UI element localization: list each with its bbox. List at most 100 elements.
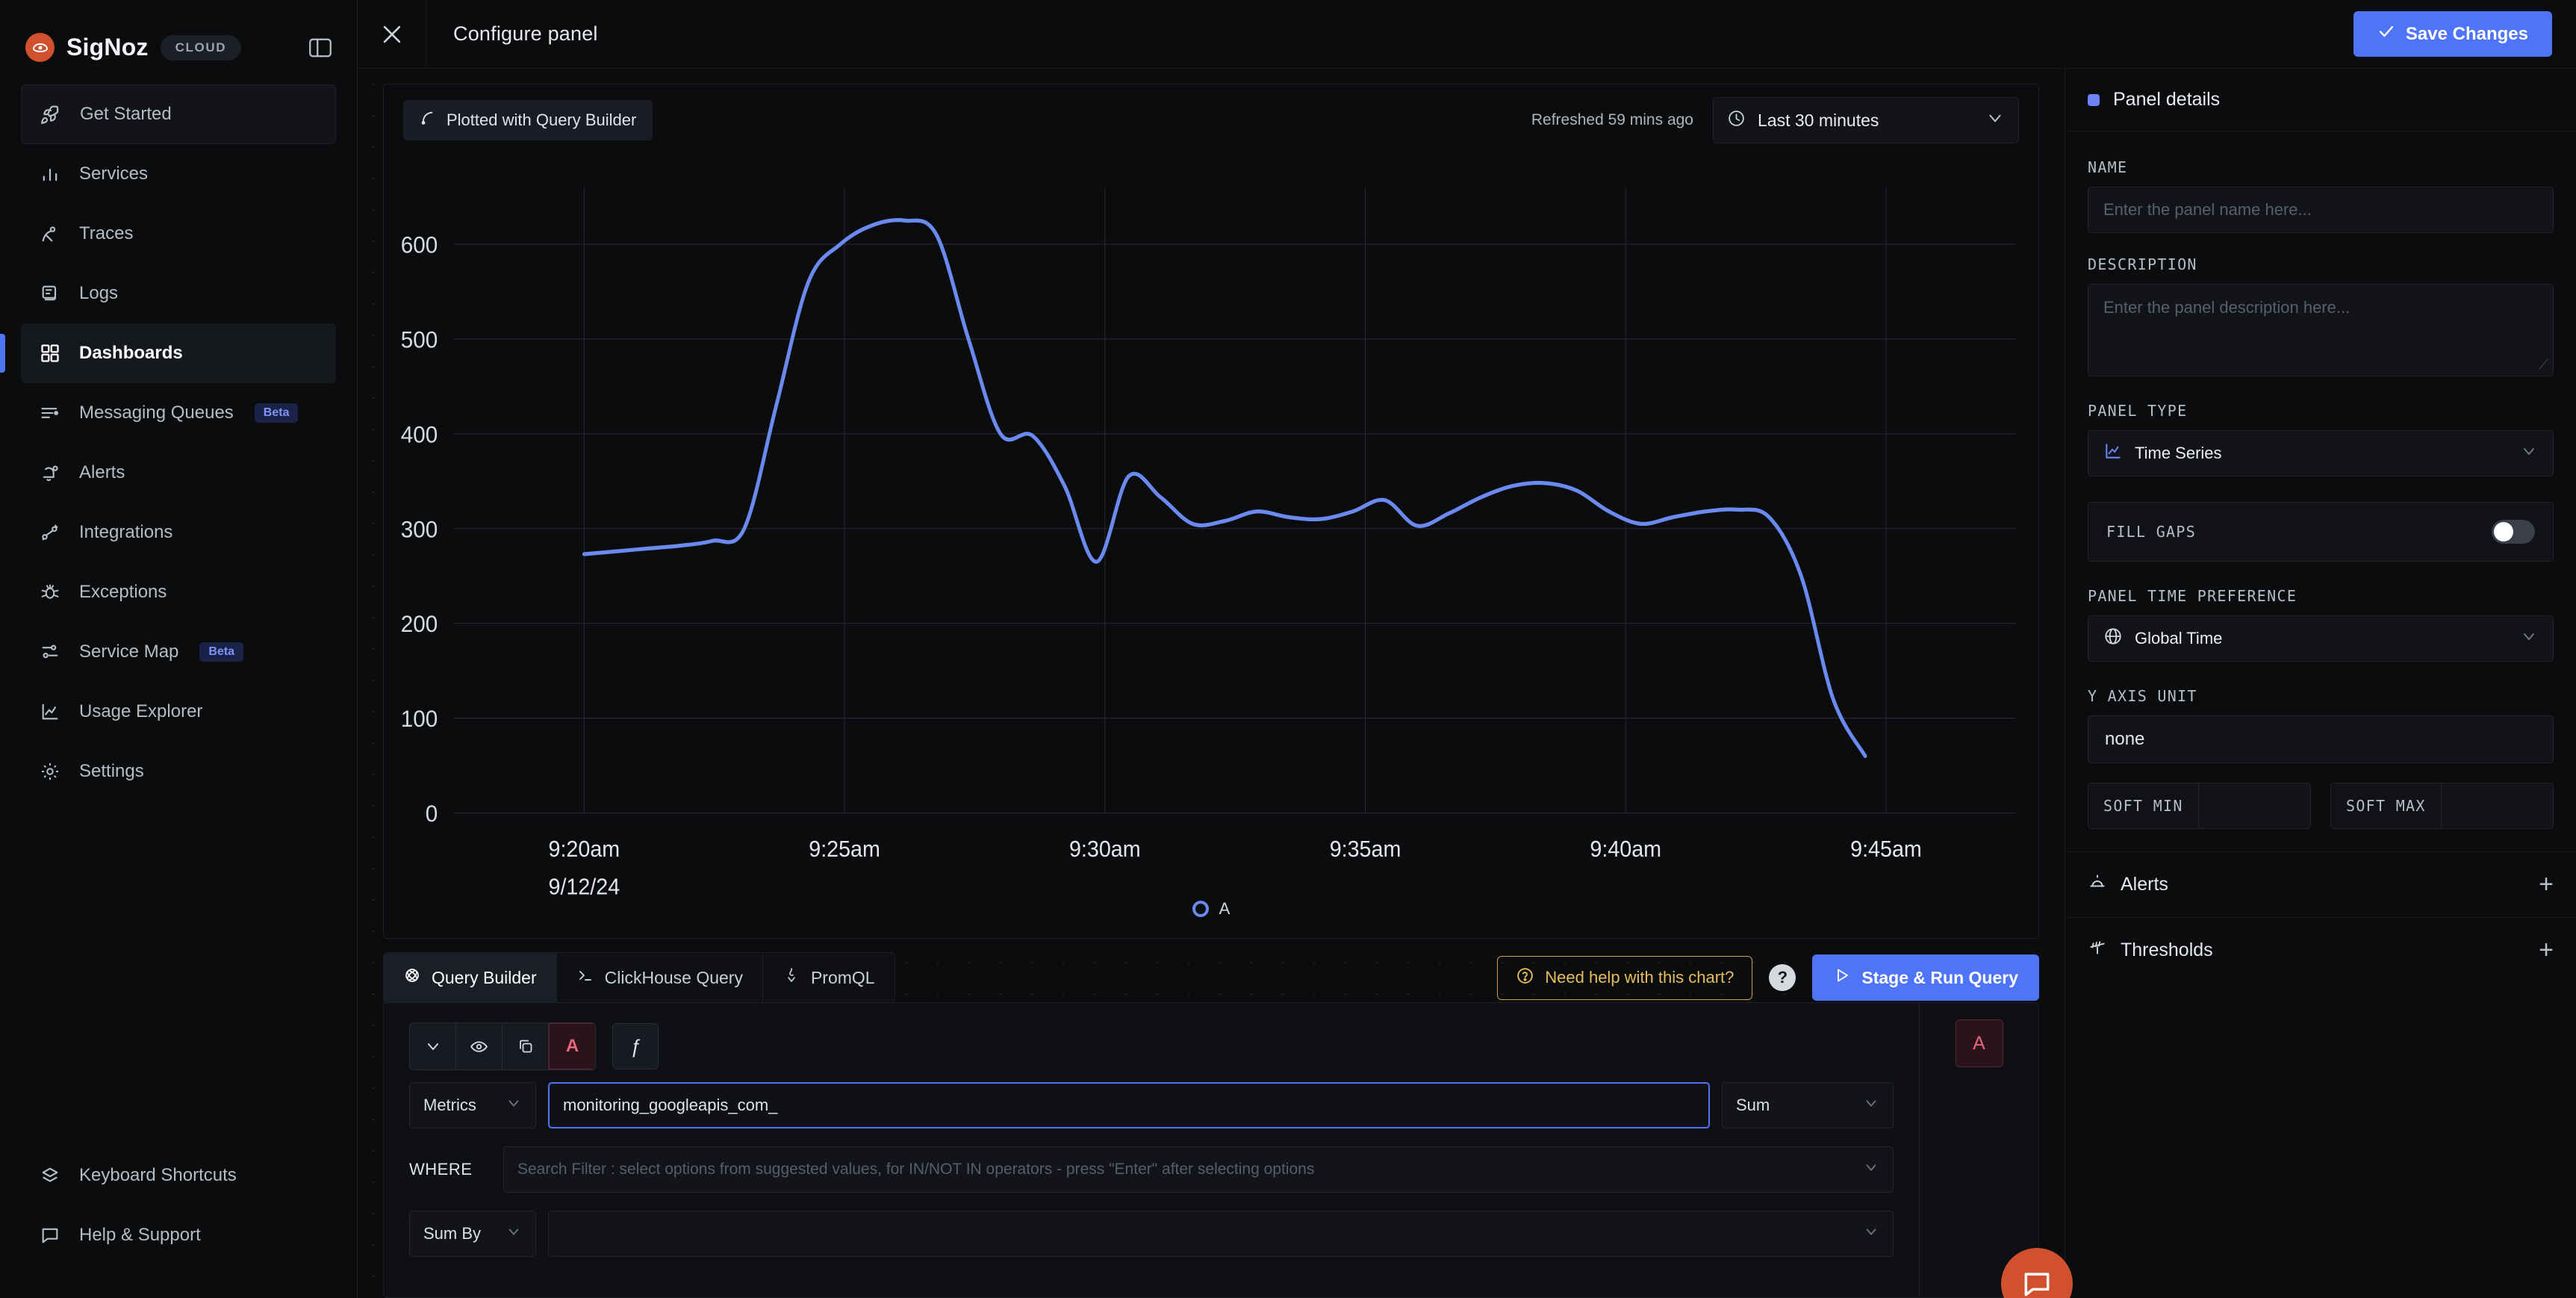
sidebar-item-integrations[interactable]: Integrations: [21, 503, 336, 562]
datasource-value: Metrics: [423, 1096, 476, 1114]
chart-panel: Plotted with Query Builder Refreshed 59 …: [383, 84, 2039, 939]
soft-limits-row: SOFT MIN SOFT MAX: [2088, 783, 2554, 829]
sidebar-item-services[interactable]: Services: [21, 144, 336, 204]
tab-label: PromQL: [810, 967, 875, 987]
sidebar-item-label: Usage Explorer: [79, 701, 203, 721]
where-label: WHERE: [409, 1160, 473, 1179]
sidebar-item-traces[interactable]: Traces: [21, 204, 336, 264]
bug-icon: [37, 580, 63, 605]
query-letter-badge[interactable]: A: [549, 1023, 595, 1069]
collapse-sidebar-icon[interactable]: [309, 38, 332, 58]
eye-icon[interactable]: [456, 1023, 503, 1069]
aggregation-select[interactable]: Sum: [1722, 1082, 1894, 1128]
sidebar-item-logs[interactable]: Logs: [21, 264, 336, 323]
chevron-down-icon: [2520, 442, 2538, 465]
legend-label: A: [1219, 899, 1231, 918]
sidebar-item-label: Keyboard Shortcuts: [79, 1165, 237, 1185]
sidebar-item-usage-explorer[interactable]: Usage Explorer: [21, 682, 336, 742]
close-icon[interactable]: [358, 0, 426, 69]
chart-legend[interactable]: A: [384, 899, 2038, 919]
add-alert-icon[interactable]: +: [2539, 870, 2554, 899]
chevron-down-icon: [1863, 1095, 1879, 1116]
tab-promql[interactable]: PromQL: [763, 953, 895, 1002]
sidebar-item-label: Alerts: [79, 462, 125, 482]
sum-by-select[interactable]: Sum By: [409, 1211, 536, 1257]
query-curve-icon: [420, 110, 436, 131]
copy-icon[interactable]: [503, 1023, 549, 1069]
panel-description-input[interactable]: Enter the panel description here... ⟋: [2088, 284, 2554, 376]
clock-icon: [1727, 109, 1746, 132]
sidebar-item-keyboard-shortcuts[interactable]: Keyboard Shortcuts: [21, 1146, 336, 1205]
chart-toolbar: Plotted with Query Builder Refreshed 59 …: [384, 84, 2038, 156]
metric-search-input[interactable]: monitoring_googleapis_com_: [548, 1082, 1710, 1128]
thresholds-label: Thresholds: [2121, 940, 2213, 960]
integrations-icon: [37, 520, 63, 545]
plotted-with-badge: Plotted with Query Builder: [403, 100, 653, 140]
sidebar-nav: Get Started Services Traces Logs Dashboa…: [0, 84, 357, 801]
sum-by-value-input[interactable]: [548, 1211, 1894, 1257]
legend-marker-icon: [1192, 901, 1209, 917]
plotted-with-label: Plotted with Query Builder: [447, 111, 637, 129]
need-help-button[interactable]: Need help with this chart?: [1497, 955, 1753, 1000]
soft-max-value[interactable]: [2441, 783, 2553, 828]
fill-gaps-label: FILL GAPS: [2106, 523, 2197, 541]
stage-run-label: Stage & Run Query: [1861, 967, 2018, 987]
soft-min-field[interactable]: SOFT MIN: [2088, 783, 2311, 829]
sidebar-item-get-started[interactable]: Get Started: [21, 84, 336, 144]
panel-time-preference-select[interactable]: Global Time: [2088, 615, 2554, 662]
alerts-section[interactable]: Alerts +: [2065, 851, 2576, 917]
sidebar-item-label: Exceptions: [79, 582, 167, 602]
datasource-select[interactable]: Metrics: [409, 1082, 536, 1128]
sidebar-item-messaging-queues[interactable]: Messaging Queues Beta: [21, 383, 336, 443]
usage-icon: [37, 699, 63, 724]
chart-plot-area[interactable]: 0 100 200 300 400 500 600 9:20am 9:25am 9:30am 9:3…: [384, 156, 2038, 938]
soft-max-field[interactable]: SOFT MAX: [2330, 783, 2554, 829]
tab-label: Query Builder: [432, 967, 537, 987]
panel-details-body: NAME Enter the panel name here... DESCRI…: [2065, 131, 2576, 829]
y-axis-unit-input[interactable]: none: [2088, 715, 2554, 763]
sidebar-item-service-map[interactable]: Service Map Beta: [21, 622, 336, 682]
tab-clickhouse-query[interactable]: ClickHouse Query: [557, 953, 763, 1002]
sidebar-item-label: Integrations: [79, 522, 173, 542]
sidebar-bottom-nav: Keyboard Shortcuts Help & Support: [0, 1146, 357, 1298]
panel-type-value: Time Series: [2135, 444, 2222, 462]
panel-type-select[interactable]: Time Series: [2088, 430, 2554, 476]
sidebar-item-settings[interactable]: Settings: [21, 742, 336, 801]
where-filter-input[interactable]: Search Filter : select options from sugg…: [503, 1146, 1894, 1193]
page-title: Configure panel: [453, 22, 598, 45]
query-icon-group: A: [409, 1022, 596, 1070]
query-builder-body: A ƒ Metrics monitoring_googleapis_com_ S…: [383, 1002, 2073, 1298]
stage-run-query-button[interactable]: Stage & Run Query: [1812, 954, 2039, 1001]
sidebar-item-dashboards[interactable]: Dashboards: [0, 323, 336, 383]
thresholds-section[interactable]: Thresholds +: [2065, 917, 2576, 983]
atom-icon: [403, 966, 421, 989]
beta-badge: Beta: [254, 403, 299, 423]
tab-query-builder[interactable]: Query Builder: [384, 953, 557, 1002]
soft-min-value[interactable]: [2198, 783, 2310, 828]
svg-text:400: 400: [401, 422, 438, 448]
panel-name-input[interactable]: Enter the panel name here...: [2088, 187, 2554, 233]
function-icon[interactable]: ƒ: [612, 1023, 659, 1069]
sidebar-item-exceptions[interactable]: Exceptions: [21, 562, 336, 622]
fill-gaps-toggle[interactable]: [2492, 520, 2535, 544]
svg-text:9:40am: 9:40am: [1590, 836, 1661, 862]
grid-icon: [37, 341, 63, 366]
queue-icon: [37, 400, 63, 426]
sidebar-item-help-support[interactable]: Help & Support: [21, 1205, 336, 1265]
add-threshold-icon[interactable]: +: [2539, 936, 2554, 965]
chevron-down-icon: [1863, 1159, 1879, 1180]
time-range-selector[interactable]: Last 30 minutes: [1713, 97, 2019, 143]
help-question-icon[interactable]: ?: [1769, 964, 1796, 991]
panel-name-placeholder: Enter the panel name here...: [2103, 200, 2312, 219]
svg-text:200: 200: [401, 611, 438, 637]
panel-time-preference-value: Global Time: [2135, 629, 2223, 648]
center-column: Plotted with Query Builder Refreshed 59 …: [358, 69, 2073, 1298]
panel-details-dot-icon: [2088, 93, 2100, 106]
query-badge-a[interactable]: A: [1955, 1019, 2003, 1067]
metric-input-value: monitoring_googleapis_com_: [563, 1096, 778, 1114]
line-chart-icon: [2103, 441, 2123, 465]
resize-grip-icon[interactable]: ⟋: [2539, 357, 2548, 373]
sidebar-item-alerts[interactable]: Alerts: [21, 443, 336, 503]
save-changes-button[interactable]: Save Changes: [2353, 11, 2552, 57]
chevron-down-icon[interactable]: [410, 1023, 456, 1069]
